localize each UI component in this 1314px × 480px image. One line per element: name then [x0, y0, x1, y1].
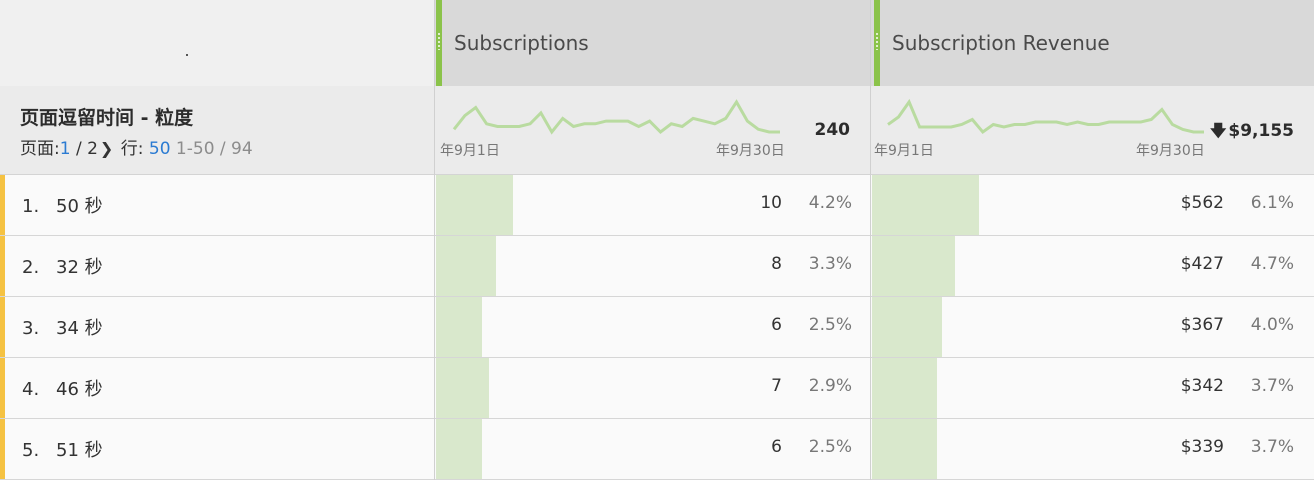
table-row[interactable]: 2. 32 秒 8 3.3% $427 4.7%: [0, 236, 1314, 297]
subscriptions-percent: 3.3%: [808, 254, 852, 274]
revenue-value: $342: [1180, 376, 1224, 396]
revenue-value: $562: [1180, 193, 1224, 213]
page-label: 页面:: [20, 139, 60, 159]
table-row[interactable]: 3. 34 秒 6 2.5% $367 4.0%: [0, 297, 1314, 358]
page-total: / 2: [75, 139, 98, 159]
sparkline-date-end: 年9月30日: [716, 143, 785, 159]
revenue-percent: 3.7%: [1250, 437, 1294, 457]
row-index: 3.: [22, 318, 40, 339]
revenue-bar: [872, 358, 937, 418]
grip-dots-icon[interactable]: [437, 32, 441, 50]
arrow-down-icon: 🡇: [1209, 121, 1227, 140]
revenue-percent: 4.7%: [1250, 254, 1294, 274]
column-total-value: $9,155: [1228, 121, 1294, 141]
row-index: 5.: [22, 440, 40, 461]
grip-dots-icon[interactable]: [875, 32, 879, 50]
subscriptions-value: 7: [771, 376, 782, 396]
chevron-right-icon[interactable]: ❯: [100, 139, 113, 158]
column-divider: [870, 0, 871, 480]
subscriptions-percent: 2.9%: [808, 376, 852, 396]
row-marker: [0, 175, 5, 235]
column-title: Subscription Revenue: [892, 31, 1110, 55]
subscriptions-percent: 2.5%: [808, 437, 852, 457]
subscriptions-bar: [436, 236, 497, 296]
subscriptions-value: 10: [760, 193, 782, 213]
revenue-bar: [872, 236, 955, 296]
subscriptions-percent: 4.2%: [808, 193, 852, 213]
row-dimension-value: 46 秒: [56, 379, 103, 400]
row-index: 1.: [22, 196, 40, 217]
subscriptions-bar: [436, 419, 482, 479]
row-index: 2.: [22, 257, 40, 278]
revenue-percent: 4.0%: [1250, 315, 1294, 335]
sparkline-subscription-revenue: 年9月1日 年9月30日 🡇 $9,155: [874, 86, 1314, 174]
row-label[interactable]: 3. 34 秒: [22, 314, 103, 340]
sparkline-subscriptions: 年9月1日 年9月30日 240: [440, 86, 870, 174]
sparkline-line: [887, 98, 1204, 135]
subscriptions-bar: [436, 358, 489, 418]
row-label[interactable]: 4. 46 秒: [22, 375, 103, 401]
column-total: 240: [815, 120, 851, 140]
rows-label: 行:: [120, 139, 144, 159]
table-row[interactable]: 4. 46 秒 7 2.9% $342 3.7%: [0, 358, 1314, 419]
column-header-subscription-revenue[interactable]: Subscription Revenue: [874, 0, 1314, 86]
revenue-percent: 3.7%: [1250, 376, 1294, 396]
revenue-bar: [872, 297, 943, 357]
row-label[interactable]: 1. 50 秒: [22, 192, 103, 218]
dimension-header-cell: [0, 0, 434, 86]
column-total: 🡇 $9,155: [1210, 120, 1294, 147]
row-range: 1-50 / 94: [175, 139, 253, 159]
revenue-bar: [872, 419, 937, 479]
row-label[interactable]: 2. 32 秒: [22, 253, 103, 279]
subscriptions-bar: [436, 297, 482, 357]
subscriptions-value: 6: [771, 437, 782, 457]
row-dimension-value: 50 秒: [56, 196, 103, 217]
row-index: 4.: [22, 379, 40, 400]
subscriptions-value: 8: [771, 254, 782, 274]
subscriptions-percent: 2.5%: [808, 315, 852, 335]
row-dimension-value: 51 秒: [56, 440, 103, 461]
row-marker: [0, 358, 5, 418]
subscriptions-bar: [436, 175, 513, 235]
pagination-bar: 页面:1 / 2 ❯ 行: 50 1-50 / 94: [20, 134, 253, 159]
page-current-link[interactable]: 1: [60, 139, 71, 159]
table-header-row: Subscriptions Subscription Revenue: [0, 0, 1314, 86]
row-dimension-value: 34 秒: [56, 318, 103, 339]
row-dimension-value: 32 秒: [56, 257, 103, 278]
sparkline-date-end: 年9月30日: [1136, 143, 1205, 159]
column-title: Subscriptions: [454, 31, 589, 55]
subscriptions-value: 6: [771, 315, 782, 335]
sparkline-date-start: 年9月1日: [440, 143, 500, 159]
revenue-percent: 6.1%: [1250, 193, 1294, 213]
column-total-value: 240: [814, 120, 851, 140]
column-header-subscriptions[interactable]: Subscriptions: [436, 0, 870, 86]
rows-per-page-link[interactable]: 50: [149, 139, 171, 159]
table-row[interactable]: 1. 50 秒 10 4.2% $562 6.1%: [0, 175, 1314, 236]
sparkline-line: [452, 99, 780, 135]
row-marker: [0, 236, 5, 296]
sparkline-date-start: 年9月1日: [874, 143, 934, 159]
row-marker: [0, 297, 5, 357]
revenue-value: $427: [1180, 254, 1224, 274]
row-marker: [0, 419, 5, 479]
sparkline-chart: [452, 99, 780, 135]
dimension-title: 页面逗留时间 - 粒度: [20, 107, 194, 129]
revenue-value: $367: [1180, 315, 1224, 335]
table-row[interactable]: 5. 51 秒 6 2.5% $339 3.7%: [0, 419, 1314, 480]
column-divider: [434, 0, 435, 480]
dimension-header-marker: [186, 54, 188, 56]
revenue-bar: [872, 175, 980, 235]
revenue-value: $339: [1180, 437, 1224, 457]
row-label[interactable]: 5. 51 秒: [22, 436, 103, 462]
